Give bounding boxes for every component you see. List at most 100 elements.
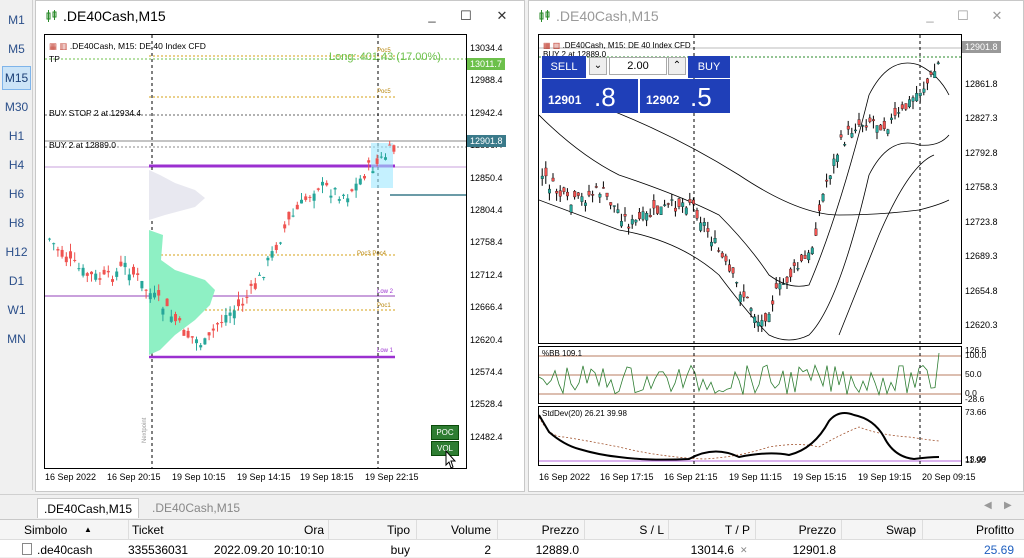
remove-tp-icon[interactable]: ✕ <box>740 545 748 556</box>
tab-chart-2[interactable]: .DE40Cash,M15 <box>146 498 246 518</box>
timeframe-m15[interactable]: M15 <box>2 66 31 90</box>
stddev-indicator-panel[interactable]: StdDev(20) 26.21 39.98 <box>538 406 962 466</box>
candle <box>576 192 580 196</box>
timeframe-w1[interactable]: W1 <box>2 298 31 322</box>
col-type[interactable]: Tipo <box>387 523 410 537</box>
candle <box>562 187 566 192</box>
timeframe-m5[interactable]: M5 <box>2 37 31 61</box>
timeframe-h8[interactable]: H8 <box>2 211 31 235</box>
timeframe-m1[interactable]: M1 <box>2 8 31 32</box>
table-row[interactable]: .de40cash 335536031 2022.09.20 10:10:10 … <box>0 541 1024 558</box>
minimize-icon[interactable]: _ <box>424 8 440 24</box>
candle <box>367 160 371 163</box>
candle <box>742 291 746 298</box>
col-price-now[interactable]: Prezzo <box>799 523 836 537</box>
candle <box>106 270 110 273</box>
timeframe-h4[interactable]: H4 <box>2 153 31 177</box>
candle <box>612 205 616 207</box>
candle <box>699 222 703 231</box>
cell-tp[interactable]: 13014.6 <box>691 543 734 557</box>
minimize-icon[interactable]: _ <box>922 8 938 24</box>
candle <box>652 200 656 209</box>
price-label: 12654.8 <box>965 285 998 296</box>
col-time[interactable]: Ora <box>304 523 324 537</box>
bb-axis: 126.5 100.0 50.0 0.0 -28.6 <box>962 345 1024 404</box>
volume-input[interactable]: 2.00 <box>609 57 667 75</box>
poc-button[interactable]: POC <box>431 425 459 440</box>
price-label: 12988.4 <box>470 75 503 86</box>
candle <box>161 308 165 315</box>
candle <box>645 213 649 221</box>
chart-header-icons: ▦ ▥ <box>543 41 561 50</box>
ask-main: 12902 <box>646 93 680 107</box>
candle <box>245 296 249 298</box>
col-price[interactable]: Prezzo <box>542 523 579 537</box>
candle <box>548 188 551 194</box>
candle <box>312 193 316 201</box>
timeframe-d1[interactable]: D1 <box>2 269 31 293</box>
col-profit[interactable]: Profitto <box>976 523 1014 537</box>
candle <box>182 330 186 336</box>
candle <box>258 274 261 276</box>
buy-button[interactable]: BUY <box>688 56 730 78</box>
window-title-bar[interactable]: .DE40Cash,M15 <box>529 1 1023 31</box>
price-chart-left[interactable]: ▦ ▥ .DE40Cash, M15: DE 40 Index CFD TP L… <box>44 34 467 469</box>
candle <box>879 124 883 131</box>
price-label: 12758.4 <box>470 237 503 248</box>
cell-time: 2022.09.20 10:10:10 <box>213 543 324 557</box>
cell-price: 12889.0 <box>535 543 579 557</box>
cell-ticket: 335536031 <box>128 543 189 557</box>
candle <box>178 318 182 321</box>
candle <box>839 134 843 138</box>
close-icon[interactable]: ✕ <box>494 8 510 24</box>
maximize-icon[interactable]: ☐ <box>955 8 971 24</box>
col-volume[interactable]: Volume <box>451 523 491 537</box>
price-label: 12942.4 <box>470 107 503 118</box>
cell-symbol: .de40cash <box>37 543 93 557</box>
cell-type: buy <box>390 543 410 557</box>
bid-price-button[interactable]: 12901 .8 <box>542 79 638 113</box>
candle <box>641 211 645 220</box>
volume-down-icon[interactable]: ⌄ <box>589 57 607 75</box>
scroll-left-icon[interactable]: ◀ <box>984 500 992 511</box>
col-tp[interactable]: T / P <box>725 523 750 537</box>
timeframe-m30[interactable]: M30 <box>2 95 31 119</box>
timeframe-mn[interactable]: MN <box>2 327 31 351</box>
stddev-axis-label: 11.90 <box>965 455 986 465</box>
price-label: 12861.8 <box>965 78 998 89</box>
price-tag-current: 12901.8 <box>467 135 506 147</box>
time-label: 19 Sep 15:15 <box>793 472 847 482</box>
timeframe-h1[interactable]: H1 <box>2 124 31 148</box>
candle <box>918 92 922 96</box>
window-title-bar[interactable]: .DE40Cash,M15 <box>36 1 524 31</box>
chart-tabs: .DE40Cash,M15 .DE40Cash,M15 ◀ ▶ <box>0 494 1024 518</box>
chart-window-left: .DE40Cash,M15 _ ☐ ✕ ▦ ▥ .DE40Cash, M15: … <box>35 0 525 492</box>
tab-chart-1[interactable]: .DE40Cash,M15 <box>37 498 140 518</box>
col-swap[interactable]: Swap <box>886 523 916 537</box>
col-symbol[interactable]: Simbolo <box>24 523 67 537</box>
scroll-right-icon[interactable]: ▶ <box>1004 500 1012 511</box>
candle <box>69 251 72 259</box>
price-label: 12620.3 <box>965 320 998 330</box>
price-label: 12666.4 <box>470 302 503 313</box>
candle <box>692 199 695 205</box>
volume-up-icon[interactable]: ⌃ <box>668 57 686 75</box>
timeframe-h6[interactable]: H6 <box>2 182 31 206</box>
col-sl[interactable]: S / L <box>639 523 664 537</box>
candle <box>237 299 240 307</box>
ask-price-button[interactable]: 12902 .5 <box>640 79 730 113</box>
bb-title: %BB 109.1 <box>542 349 583 358</box>
maximize-icon[interactable]: ☐ <box>458 8 474 24</box>
bb-indicator-panel[interactable]: %BB 109.1 <box>538 346 962 404</box>
candle <box>304 196 308 200</box>
close-icon[interactable]: ✕ <box>989 8 1005 24</box>
sell-button[interactable]: SELL <box>542 56 586 78</box>
candle <box>300 199 303 204</box>
candle <box>746 296 749 299</box>
candle <box>731 267 735 274</box>
timeframe-h12[interactable]: H12 <box>2 240 31 264</box>
poc5-label-2: Poc5 <box>377 89 391 95</box>
candle <box>392 145 396 152</box>
col-ticket[interactable]: Ticket <box>132 523 164 537</box>
candle <box>926 78 929 84</box>
